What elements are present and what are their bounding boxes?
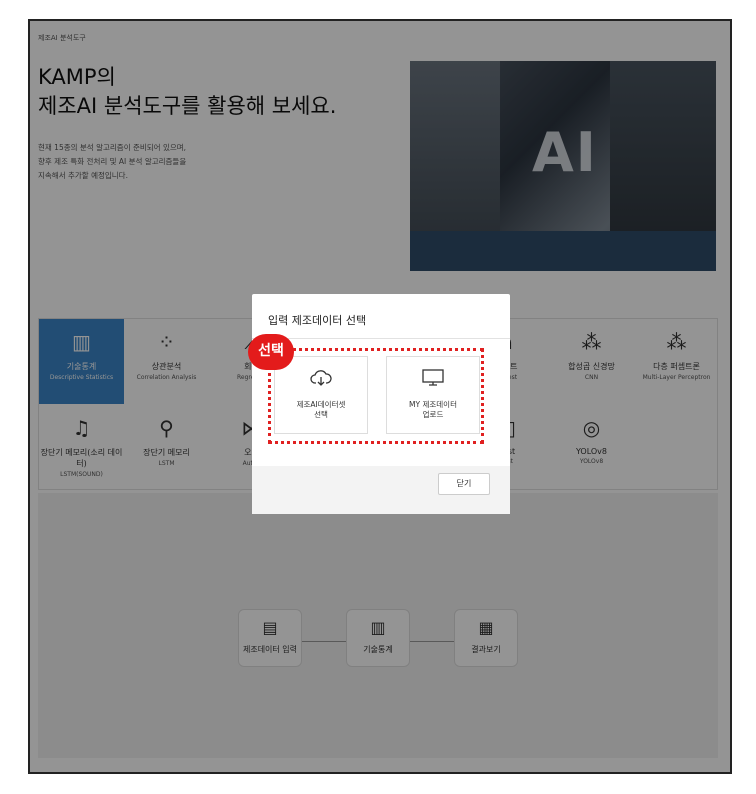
close-button[interactable]: 닫기 bbox=[438, 473, 490, 495]
divider bbox=[252, 338, 510, 339]
select-tag: 선택 bbox=[248, 334, 294, 370]
highlight-box bbox=[268, 348, 484, 444]
modal-footer: 닫기 bbox=[252, 466, 510, 514]
modal-title: 입력 제조데이터 선택 bbox=[268, 314, 367, 327]
page-frame: 제조AI 분석도구 KAMP의 제조AI 분석도구를 활용해 보세요. 현재 1… bbox=[28, 19, 732, 774]
